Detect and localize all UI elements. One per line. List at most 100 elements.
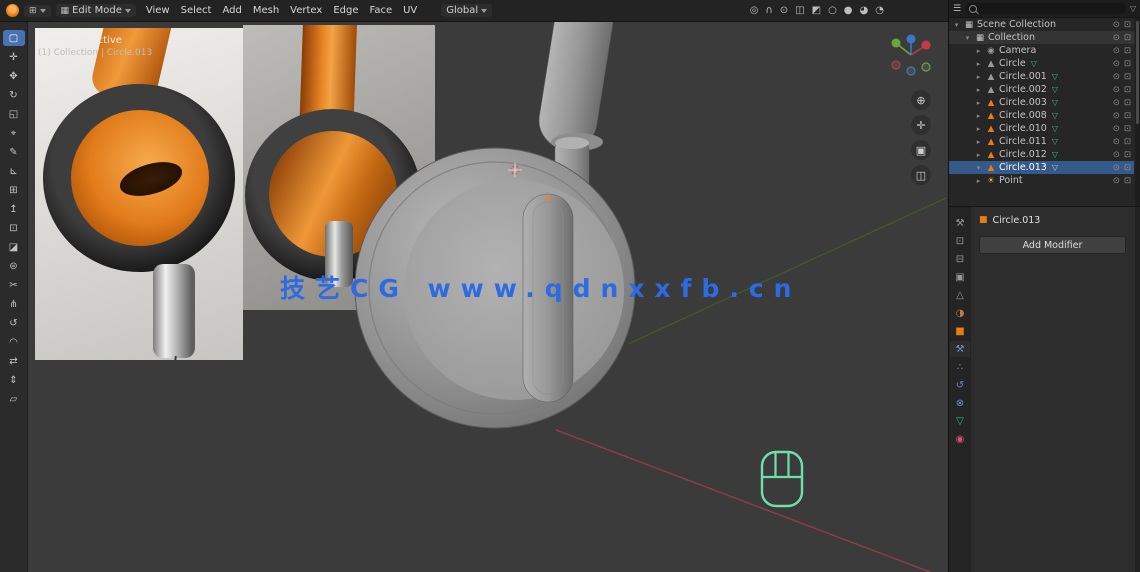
outliner-editor-icon[interactable]: ☰ [953,4,961,14]
shading-rendered-icon[interactable]: ◔ [875,0,884,22]
filter-icon[interactable]: ▽ [1130,4,1136,13]
outliner-row[interactable]: ▸ ▲ Circle.003 ▽ ⊙ ⊡ [949,96,1134,109]
zoom-icon[interactable]: ⊕ [911,90,931,110]
expand-arrow-icon[interactable]: ▸ [974,47,983,55]
poly-build-tool[interactable]: ⋔ [3,296,25,312]
search-input[interactable] [980,3,1122,14]
menu-vertex[interactable]: Vertex [285,4,327,17]
hide-eye-toggle[interactable]: ⊙ [1113,20,1120,30]
extrude-tool[interactable]: ↥ [3,201,25,217]
scrollbar-thumb[interactable] [1136,21,1139,125]
expand-arrow-icon[interactable]: ▾ [974,164,983,172]
properties-scrollbar[interactable] [1135,207,1140,572]
hide-eye-toggle[interactable]: ⊙ [1113,124,1120,134]
snap-magnet-icon[interactable]: ∩ [765,0,772,22]
spin-tool[interactable]: ↺ [3,315,25,331]
shading-wireframe-icon[interactable]: ○ [828,0,837,22]
outliner-row[interactable]: ▾ ▦ Collection ⊙ ⊡ [949,31,1134,44]
hide-eye-toggle[interactable]: ⊙ [1113,33,1120,43]
hide-eye-toggle[interactable]: ⊙ [1113,46,1120,56]
disable-render-toggle[interactable]: ⊡ [1124,98,1131,108]
pan-hand-icon[interactable]: ✛ [911,115,931,135]
tab-world[interactable]: ◑ [950,305,970,321]
menu-add[interactable]: Add [217,4,246,17]
select-box-tool[interactable]: ▢ [2,30,25,46]
toggle-ortho-icon[interactable]: ◫ [911,165,931,185]
inset-faces-tool[interactable]: ⊡ [3,220,25,236]
tab-output[interactable]: ⊟ [950,251,970,267]
outliner-search[interactable] [965,3,1126,14]
navigation-gizmo[interactable] [888,32,934,78]
cursor-tool[interactable]: ✛ [3,49,25,65]
menu-edge[interactable]: Edge [328,4,363,17]
camera-view-icon[interactable]: ▣ [911,140,931,160]
disable-render-toggle[interactable]: ⊡ [1124,46,1131,56]
disable-render-toggle[interactable]: ⊡ [1124,124,1131,134]
disable-render-toggle[interactable]: ⊡ [1124,163,1131,173]
outliner-row[interactable]: ▸ ▲ Circle.002 ▽ ⊙ ⊡ [949,83,1134,96]
menu-face[interactable]: Face [364,4,397,17]
expand-arrow-icon[interactable]: ▸ [974,125,983,133]
hide-eye-toggle[interactable]: ⊙ [1113,137,1120,147]
shrink-fatten-tool[interactable]: ⇕ [3,372,25,388]
disable-render-toggle[interactable]: ⊡ [1124,59,1131,69]
menu-uv[interactable]: UV [398,4,422,17]
edge-slide-tool[interactable]: ⇄ [3,353,25,369]
tab-tool[interactable]: ⚒ [950,215,970,231]
outliner-row[interactable]: ▸ ▲ Circle.001 ▽ ⊙ ⊡ [949,70,1134,83]
annotate-tool[interactable]: ✎ [3,144,25,160]
tab-render[interactable]: ⊡ [950,233,970,249]
shading-solid-icon[interactable]: ● [844,0,853,22]
mode-dropdown[interactable]: ▦ Edit Mode [55,4,136,17]
expand-arrow-icon[interactable]: ▸ [974,60,983,68]
disable-render-toggle[interactable]: ⊡ [1124,85,1131,95]
outliner-row[interactable]: ▸ ◉ Camera ⊙ ⊡ [949,44,1134,57]
viewport-3d[interactable]: User Perspective (1) Collection | Circle… [28,22,948,572]
tab-material[interactable]: ◉ [950,431,970,447]
menu-mesh[interactable]: Mesh [248,4,284,17]
pivot-point-icon[interactable]: ⊙ [780,0,788,22]
expand-arrow-icon[interactable]: ▸ [974,112,983,120]
tab-view-layer[interactable]: ▣ [950,269,970,285]
disable-render-toggle[interactable]: ⊡ [1124,20,1131,30]
proportional-editing-icon[interactable]: ◎ [750,0,759,22]
menu-view[interactable]: View [141,4,175,17]
disable-render-toggle[interactable]: ⊡ [1124,111,1131,121]
loop-cut-tool[interactable]: ⊜ [3,258,25,274]
tab-constraints[interactable]: ⊗ [950,395,970,411]
shear-tool[interactable]: ▱ [3,391,25,407]
editor-type-selector[interactable]: ⊞ [24,4,51,17]
move-tool[interactable]: ✥ [3,68,25,84]
rotate-tool[interactable]: ↻ [3,87,25,103]
hide-eye-toggle[interactable]: ⊙ [1113,176,1120,186]
measure-tool[interactable]: ⊾ [3,163,25,179]
disable-render-toggle[interactable]: ⊡ [1124,137,1131,147]
transform-orientation-dropdown[interactable]: Global [441,4,493,17]
tab-object[interactable]: ■ [950,323,970,339]
bevel-tool[interactable]: ◪ [3,239,25,255]
disable-render-toggle[interactable]: ⊡ [1124,72,1131,82]
hide-eye-toggle[interactable]: ⊙ [1113,163,1120,173]
expand-arrow-icon[interactable]: ▾ [952,21,961,29]
scale-tool[interactable]: ◱ [3,106,25,122]
add-cube-tool[interactable]: ⊞ [3,182,25,198]
expand-arrow-icon[interactable]: ▾ [963,34,972,42]
overlays-icon[interactable]: ◫ [795,0,804,22]
hide-eye-toggle[interactable]: ⊙ [1113,72,1120,82]
outliner-row[interactable]: ▸ ▲ Circle.012 ▽ ⊙ ⊡ [949,148,1134,161]
outliner-row[interactable]: ▸ ▲ Circle.008 ▽ ⊙ ⊡ [949,109,1134,122]
shading-material-icon[interactable]: ◕ [860,0,869,22]
tab-modifiers[interactable]: ⚒ [950,341,970,357]
disable-render-toggle[interactable]: ⊡ [1124,150,1131,160]
smooth-tool[interactable]: ◠ [3,334,25,350]
expand-arrow-icon[interactable]: ▸ [974,86,983,94]
transform-tool[interactable]: ⌖ [3,125,25,141]
tab-scene[interactable]: △ [950,287,970,303]
outliner-row[interactable]: ▸ ☀ Point ⊙ ⊡ [949,174,1134,187]
blender-logo-icon[interactable] [6,4,19,17]
outliner-row[interactable]: ▾ ▲ Circle.013 ▽ ⊙ ⊡ [949,161,1134,174]
outliner-row[interactable]: ▸ ▲ Circle.010 ▽ ⊙ ⊡ [949,122,1134,135]
menu-select[interactable]: Select [176,4,217,17]
expand-arrow-icon[interactable]: ▸ [974,138,983,146]
hide-eye-toggle[interactable]: ⊙ [1113,98,1120,108]
